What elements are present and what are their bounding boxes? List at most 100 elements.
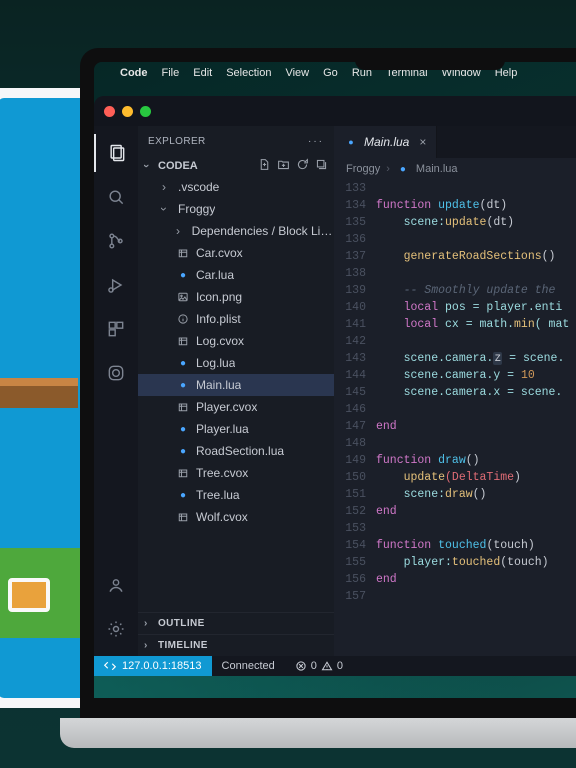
search-tab-icon[interactable] — [94, 178, 138, 216]
sidebar-more-icon[interactable]: ··· — [308, 136, 324, 147]
tree-file[interactable]: Player.lua — [138, 418, 334, 440]
menu-go[interactable]: Go — [323, 67, 338, 79]
accounts-icon[interactable] — [94, 566, 138, 604]
code-editor[interactable]: 1331341351361371381391401411421431441451… — [334, 180, 576, 656]
outline-section[interactable]: OUTLINE — [138, 612, 334, 634]
tree-file[interactable]: Info.plist — [138, 308, 334, 330]
tree-label: .vscode — [178, 180, 219, 194]
tree-folder[interactable]: Dependencies / Block Libr... — [138, 220, 334, 242]
chevron-right-icon — [144, 640, 154, 651]
outline-label: OUTLINE — [158, 618, 205, 629]
laptop-base — [60, 718, 576, 748]
menu-file[interactable]: File — [162, 67, 180, 79]
tab-main-lua[interactable]: Main.lua × — [334, 126, 437, 158]
game-log — [0, 378, 78, 408]
laptop-mockup: Code File Edit Selection View Go Run Ter… — [80, 48, 576, 748]
chevron-right-icon — [144, 618, 154, 629]
mac-menubar: Code File Edit Selection View Go Run Ter… — [94, 62, 576, 84]
menubar-app-name[interactable]: Code — [120, 67, 148, 79]
workspace-actions — [258, 158, 328, 174]
tree-file[interactable]: Log.lua — [138, 352, 334, 374]
lua-file-icon — [176, 422, 190, 436]
workspace-root[interactable]: CODEA — [138, 156, 334, 176]
cvox-file-icon — [176, 466, 190, 480]
tree-file[interactable]: Main.lua — [138, 374, 334, 396]
vscode-window: Main.lua — Cod — [94, 96, 576, 676]
new-folder-icon[interactable] — [277, 158, 290, 174]
settings-gear-icon[interactable] — [94, 610, 138, 648]
tree-file[interactable]: Car.lua — [138, 264, 334, 286]
tree-label: Log.lua — [196, 356, 235, 370]
warning-count: 0 — [337, 660, 343, 672]
lua-file-icon — [176, 378, 190, 392]
remote-host-label: 127.0.0.1:18513 — [122, 660, 202, 672]
tree-file[interactable]: Log.cvox — [138, 330, 334, 352]
tab-label: Main.lua — [364, 135, 409, 149]
timeline-label: TIMELINE — [158, 640, 208, 651]
tree-file[interactable]: Icon.png — [138, 286, 334, 308]
code-lines[interactable]: function update(dt) scene:update(dt) gen… — [376, 180, 576, 656]
tree-folder[interactable]: Froggy — [138, 198, 334, 220]
menu-view[interactable]: View — [285, 67, 309, 79]
tree-label: Log.cvox — [196, 334, 244, 348]
tree-file[interactable]: RoadSection.lua — [138, 440, 334, 462]
close-window-button[interactable] — [104, 106, 115, 117]
run-debug-tab-icon[interactable] — [94, 266, 138, 304]
close-tab-icon[interactable]: × — [419, 135, 426, 149]
workspace-root-label: CODEA — [158, 160, 198, 172]
window-titlebar[interactable]: Main.lua — Cod — [94, 96, 576, 126]
cvox-file-icon — [176, 334, 190, 348]
tree-label: Car.lua — [196, 268, 234, 282]
tree-file[interactable]: Tree.cvox — [138, 462, 334, 484]
timeline-section[interactable]: TIMELINE — [138, 634, 334, 656]
editor-tabs: Main.lua × — [334, 126, 576, 158]
tree-label: Froggy — [178, 202, 215, 216]
chevron-icon — [176, 224, 186, 238]
extensions-tab-icon[interactable] — [94, 310, 138, 348]
tree-label: Tree.lua — [196, 488, 240, 502]
collapse-all-icon[interactable] — [315, 158, 328, 174]
chevron-right-icon: › — [386, 163, 390, 175]
menu-selection[interactable]: Selection — [226, 67, 271, 79]
tree-label: Main.lua — [196, 378, 241, 392]
tree-file[interactable]: Car.cvox — [138, 242, 334, 264]
problems-status[interactable]: 0 0 — [285, 660, 353, 672]
tree-file[interactable]: Player.cvox — [138, 396, 334, 418]
tree-label: Icon.png — [196, 290, 242, 304]
breadcrumb-file[interactable]: Main.lua — [416, 163, 458, 175]
codea-tab-icon[interactable] — [94, 354, 138, 392]
source-control-tab-icon[interactable] — [94, 222, 138, 260]
sidebar-header: EXPLORER ··· — [138, 126, 334, 156]
tree-folder[interactable]: .vscode — [138, 176, 334, 198]
editor-area: Main.lua × Froggy › Main.lua 13313413513… — [334, 126, 576, 656]
laptop-notch — [355, 48, 505, 70]
img-file-icon — [176, 290, 190, 304]
cvox-file-icon — [176, 510, 190, 524]
menu-edit[interactable]: Edit — [193, 67, 212, 79]
breadcrumb-folder[interactable]: Froggy — [346, 163, 380, 175]
connection-status[interactable]: Connected — [212, 660, 285, 672]
maximize-window-button[interactable] — [140, 106, 151, 117]
minimize-window-button[interactable] — [122, 106, 133, 117]
explorer-tab-icon[interactable] — [94, 134, 138, 172]
sidebar-title: EXPLORER — [148, 136, 206, 147]
tree-label: Player.lua — [196, 422, 249, 436]
line-gutter: 1331341351361371381391401411421431441451… — [334, 180, 376, 656]
window-controls — [104, 106, 151, 117]
breadcrumb[interactable]: Froggy › Main.lua — [334, 158, 576, 180]
lua-file-icon — [176, 268, 190, 282]
lua-file-icon — [396, 162, 410, 176]
game-character — [8, 578, 50, 612]
tree-file[interactable]: Tree.lua — [138, 484, 334, 506]
tree-label: Car.cvox — [196, 246, 243, 260]
tree-label: Tree.cvox — [196, 466, 248, 480]
refresh-icon[interactable] — [296, 158, 309, 174]
remote-host-button[interactable]: 127.0.0.1:18513 — [94, 656, 212, 676]
tree-file[interactable]: Wolf.cvox — [138, 506, 334, 528]
new-file-icon[interactable] — [258, 158, 271, 174]
tree-label: Info.plist — [196, 312, 241, 326]
error-icon — [295, 660, 307, 672]
lua-file-icon — [176, 488, 190, 502]
chevron-down-icon — [144, 160, 154, 172]
laptop-screen: Code File Edit Selection View Go Run Ter… — [94, 62, 576, 698]
